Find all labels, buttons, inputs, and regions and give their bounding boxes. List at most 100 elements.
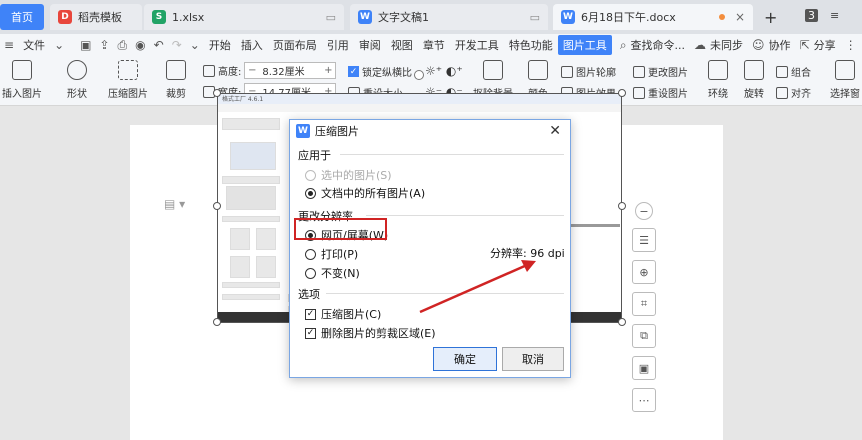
wrap-button[interactable]: 环绕 — [704, 60, 732, 100]
compress-picture-button[interactable]: 压缩图片 — [108, 60, 148, 100]
page-options-icon[interactable]: ▤ ▾ — [164, 197, 185, 211]
brightness-up-button[interactable]: ☼⁺ ◐⁺ — [425, 64, 463, 78]
height-value[interactable]: 8.32厘米 — [259, 63, 321, 78]
divider — [366, 215, 564, 216]
change-picture-button[interactable]: 更改图片 — [633, 64, 688, 79]
apply-to-group-label: 应用于 — [298, 149, 331, 162]
group-label: 组合 — [791, 68, 811, 79]
command-search[interactable]: 查找命令... — [631, 37, 691, 53]
monitor-icon: ▭ — [529, 10, 540, 24]
height-stepper[interactable]: −8.32厘米 + — [244, 62, 337, 79]
layout-icon[interactable]: ☰ — [632, 228, 656, 252]
tab-doc1[interactable]: W 文字文稿1 ▭ — [350, 4, 548, 30]
resize-handle[interactable] — [213, 202, 221, 210]
search-icon[interactable]: ⌕ — [616, 38, 631, 53]
menu-review[interactable]: 审阅 — [354, 37, 386, 53]
outline-icon — [561, 65, 573, 78]
align-button[interactable]: 对齐 — [776, 85, 811, 100]
lock-ratio-checkbox[interactable]: ✓ 锁定纵横比 — [348, 64, 412, 79]
cancel-label: 取消 — [522, 353, 544, 366]
menu-developer[interactable]: 开发工具 — [450, 37, 504, 53]
embedded-window-title: 格式工厂 4.6.1 — [218, 94, 621, 104]
menu-icon[interactable]: ≡ — [830, 9, 839, 22]
radio-selected-pictures[interactable]: 选中的图片(S) — [305, 167, 392, 183]
menu-file[interactable]: 文件 — [18, 37, 50, 53]
tab-xlsx[interactable]: S 1.xlsx ▭ — [144, 4, 344, 30]
resize-handle[interactable] — [213, 318, 221, 326]
sync-status[interactable]: 未同步 — [710, 37, 748, 53]
collab-button[interactable]: 协作 — [769, 37, 796, 53]
wrap-icon — [708, 60, 728, 80]
reset-picture-button[interactable]: 重设图片 — [633, 85, 688, 100]
embedded-panel — [222, 216, 280, 222]
new-tab-button[interactable]: + — [764, 8, 777, 27]
height-control: 高度: −8.32厘米 + — [203, 62, 337, 79]
rotate-button[interactable]: 旋转 — [740, 60, 768, 100]
highlight-box — [294, 218, 387, 240]
document-icon: W — [561, 10, 575, 24]
radio-print[interactable]: 打印(P) — [305, 246, 358, 262]
radio-unchanged[interactable]: 不变(N) — [305, 265, 360, 281]
selection-pane-label: 选择窗 — [830, 89, 860, 100]
all-pictures-label: 文档中的所有图片(A) — [321, 187, 426, 200]
wrap-label: 环绕 — [708, 89, 728, 100]
chevron-down-icon[interactable]: ⌄ — [186, 38, 204, 52]
replace-picture-icon[interactable]: ⧉ — [632, 324, 656, 348]
print-icon[interactable]: ⎙ — [114, 38, 132, 53]
resize-handle[interactable] — [618, 89, 626, 97]
undo-icon[interactable]: ↶ — [150, 38, 168, 52]
shape-button[interactable]: 形状 — [62, 60, 92, 100]
menu-references[interactable]: 引用 — [322, 37, 354, 53]
hamburger-icon[interactable]: ≡ — [0, 38, 18, 52]
zoom-icon[interactable]: ⊕ — [632, 260, 656, 284]
menu-insert[interactable]: 插入 — [236, 37, 268, 53]
redo-icon[interactable]: ↷ — [168, 38, 186, 52]
save-icon[interactable]: ▣ — [76, 38, 95, 52]
more-icon[interactable]: ⋮ — [841, 38, 861, 52]
resize-handle[interactable] — [213, 89, 221, 97]
ok-button[interactable]: 确定 — [433, 347, 497, 371]
crop-icon — [166, 60, 186, 80]
embedded-thumb — [256, 256, 276, 278]
menu-page-layout[interactable]: 页面布局 — [268, 37, 322, 53]
embedded-panel — [222, 176, 280, 184]
resize-handle[interactable] — [618, 318, 626, 326]
spreadsheet-icon: S — [152, 10, 166, 24]
menu-features[interactable]: 特色功能 — [504, 37, 558, 53]
compress-pictures-checkbox[interactable]: ✓ 压缩图片(C) — [305, 306, 381, 322]
radio-icon — [305, 267, 316, 279]
export-icon[interactable]: ⇪ — [95, 38, 113, 52]
picture-settings-icon[interactable]: ▣ — [632, 356, 656, 380]
crop-button[interactable]: 裁剪 — [162, 60, 190, 100]
menu-picture-tools[interactable]: 图片工具 — [557, 35, 612, 55]
minus-icon[interactable]: − — [635, 202, 653, 220]
chevron-down-icon[interactable]: ⌄ — [50, 38, 68, 52]
tab-daoke[interactable]: D 稻壳模板 — [50, 4, 142, 30]
rotate-handle[interactable] — [414, 70, 424, 80]
cancel-button[interactable]: 取消 — [502, 347, 564, 371]
window-count-badge[interactable]: 3 — [805, 9, 818, 22]
tab-active-doc[interactable]: W 6月18日下午.docx × — [553, 4, 753, 30]
share-button[interactable]: 分享 — [814, 37, 841, 53]
menu-section[interactable]: 章节 — [418, 37, 450, 53]
more-icon[interactable]: ⋯ — [632, 388, 656, 412]
crop-icon[interactable]: ⌗ — [632, 292, 656, 316]
dialog-title-bar: W 压缩图片 — [290, 120, 570, 142]
delete-crop-checkbox[interactable]: ✓ 删除图片的剪裁区域(E) — [305, 325, 436, 341]
resize-handle[interactable] — [618, 202, 626, 210]
rotate-label: 旋转 — [744, 89, 764, 100]
close-icon[interactable]: ✕ — [549, 123, 561, 139]
close-icon[interactable]: × — [735, 10, 745, 24]
group-button[interactable]: 组合 — [776, 64, 811, 79]
tab-active-label: 6月18日下午.docx — [581, 11, 676, 24]
reset-picture-label: 重设图片 — [648, 89, 688, 100]
insert-picture-button[interactable]: 插入图片 — [0, 60, 44, 100]
rotate-icon — [744, 60, 764, 80]
selection-pane-button[interactable]: 选择窗 — [828, 60, 862, 100]
radio-all-pictures[interactable]: 文档中的所有图片(A) — [305, 185, 425, 201]
preview-icon[interactable]: ◉ — [131, 38, 149, 52]
menu-view[interactable]: 视图 — [386, 37, 418, 53]
menu-start[interactable]: 开始 — [204, 37, 236, 53]
tab-home[interactable]: 首页 — [0, 4, 44, 30]
picture-outline-button[interactable]: 图片轮廓 — [561, 64, 616, 79]
